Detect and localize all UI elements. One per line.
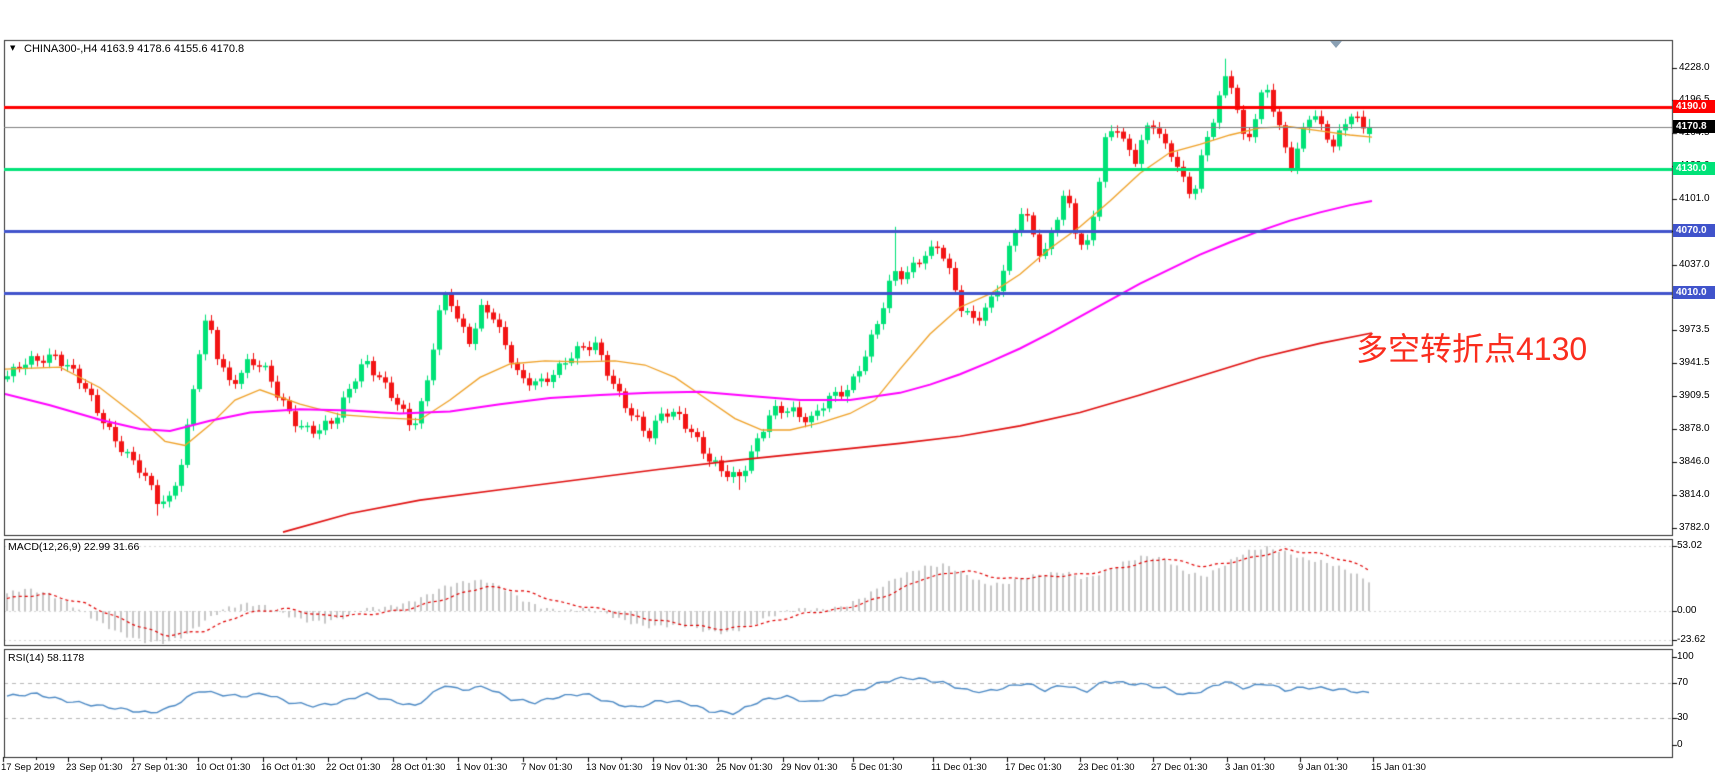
chart-canvas[interactable] [0,0,1715,781]
mt4-window: AT⇅ ▾ M1M5M15M30H1H4D1W1MN ▼ CHINA300-,H… [0,0,1715,781]
